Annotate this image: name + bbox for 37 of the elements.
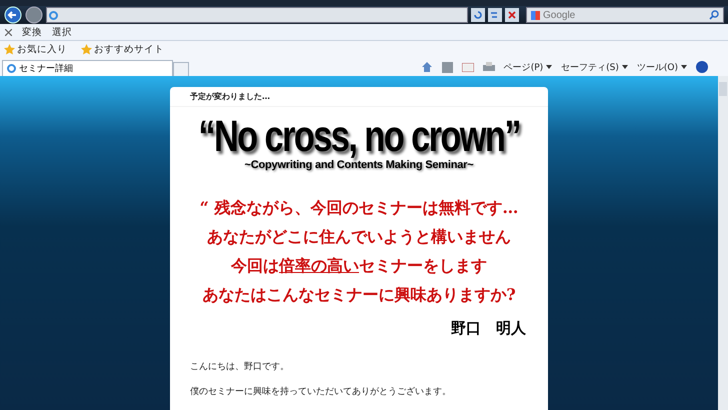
toolbar-button[interactable]: 選択: [52, 26, 72, 38]
address-field[interactable]: [46, 7, 468, 23]
toolbar-button[interactable]: 変換: [22, 26, 42, 38]
favorites-button[interactable]: おすすめサイト: [81, 43, 164, 56]
star-icon: [81, 44, 92, 55]
scrollbar[interactable]: [718, 76, 728, 410]
search-icon[interactable]: [709, 10, 719, 20]
paragraph: 僕のセミナーに興味を持っていただいてありがとうございます。: [190, 386, 452, 398]
back-button[interactable]: [4, 6, 22, 24]
headline-line: あなたがどこに住んでいようと構いません: [207, 226, 511, 248]
caret-icon: [622, 65, 628, 69]
paragraph: こんにちは、野口です。: [190, 360, 290, 373]
star-icon: [4, 44, 15, 55]
close-icon[interactable]: [5, 28, 12, 36]
toolbar-menu[interactable]: ページ(P): [504, 60, 552, 74]
printer-icon[interactable]: [482, 62, 495, 72]
toolbar-menu[interactable]: ツール(O): [636, 60, 687, 74]
headline: “No cross, no crown”: [198, 115, 520, 159]
help-icon[interactable]: [696, 61, 708, 73]
browser-tab[interactable]: セミナー詳細: [2, 60, 173, 76]
headline-line: “ 残念ながら、今回のセミナーは無料です…: [200, 197, 518, 219]
forward-button[interactable]: [25, 6, 43, 24]
notice-text: 予定が変わりました…: [170, 87, 548, 107]
headline-line: あなたはこんなセミナーに興味ありますか?: [202, 284, 516, 306]
mail-icon[interactable]: [462, 62, 474, 72]
search-input[interactable]: Google: [543, 10, 706, 20]
home-icon[interactable]: [420, 61, 433, 73]
subtitle: ~Copywriting and Contents Making Seminar~: [244, 159, 474, 171]
headline-line: 今回は倍率の高いセミナーをします: [231, 255, 487, 277]
search-bar[interactable]: Google: [526, 7, 724, 23]
caret-icon: [681, 65, 687, 69]
favorites-button[interactable]: お気に入り: [4, 43, 67, 56]
refresh-icon[interactable]: [471, 8, 485, 22]
signature: 野口 明人: [451, 319, 526, 338]
toolbar-menu[interactable]: セーフティ(S): [561, 60, 628, 74]
close-icon[interactable]: [505, 8, 519, 22]
caret-icon: [546, 65, 552, 69]
